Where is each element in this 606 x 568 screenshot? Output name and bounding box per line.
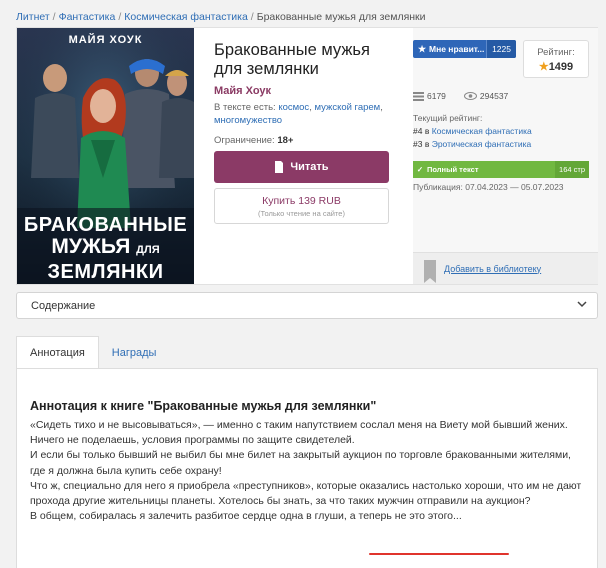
- annotation-text: «Сидеть тихо и не высовываться», — именн…: [30, 418, 582, 524]
- fulltext-label: Полный текст: [427, 165, 479, 174]
- publication-dates: Публикация: 07.04.2023 — 05.07.2023: [413, 182, 564, 192]
- cover-title: БРАКОВАННЫЕ МУЖЬЯ ДЛЯ ЗЕМЛЯНКИ: [17, 214, 194, 283]
- book-info: Бракованные мужья для землянки Майя Хоук…: [214, 41, 394, 146]
- buy-button[interactable]: Купить 139 RUB (Только чтение на сайте): [214, 188, 389, 224]
- rating-star-icon: ★: [538, 61, 549, 73]
- breadcrumb-current: Бракованные мужья для землянки: [256, 11, 426, 23]
- bookmark-plus-icon: [424, 259, 436, 283]
- tag-polyandry[interactable]: многомужество: [214, 115, 282, 126]
- book-title: Бракованные мужья для землянки: [214, 41, 370, 78]
- breadcrumb-litnet[interactable]: Литнет: [16, 11, 50, 23]
- like-count: 1225: [486, 40, 516, 58]
- annotation-paragraph: Что ж, специально для него я приобрела «…: [30, 479, 582, 508]
- read-button-label: Читать: [290, 161, 329, 173]
- annotation-paragraph: И если бы только бывший не выбил бы мне …: [30, 449, 571, 477]
- book-author[interactable]: Майя Хоук: [214, 85, 394, 97]
- cover-author: МАЙЯ ХОУК: [68, 34, 143, 46]
- book-cover[interactable]: МАЙЯ ХОУК БРАКОВАННЫЕ МУЖЬЯ ДЛЯ ЗЕМЛЯНКИ: [17, 28, 194, 284]
- book-stats-panel: ★ Мне нравит... 1225 Рейтинг: ★1499 6179…: [413, 28, 598, 284]
- age-restriction: Ограничение: 18+: [214, 135, 394, 146]
- book-tags: В тексте есть: космос, мужской гарем, мн…: [214, 102, 383, 126]
- cover-title-small: ДЛЯ: [136, 244, 160, 256]
- contents-select-value: Содержание: [31, 299, 96, 312]
- like-label: Мне нравит...: [429, 44, 485, 54]
- tags-label: В тексте есть:: [214, 102, 276, 113]
- age-label: Ограничение:: [214, 135, 275, 146]
- tab-bar: Аннотация Награды: [16, 336, 169, 369]
- current-rating-label: Текущий рейтинг:: [413, 113, 483, 123]
- tag-space[interactable]: космос: [278, 102, 309, 113]
- buy-button-label: Купить 139 RUB: [262, 195, 341, 207]
- red-underline-annotation: [369, 553, 509, 555]
- rank-erotic-fantasy-link[interactable]: Эротическая фантастика: [432, 139, 532, 149]
- chevron-down-icon: [577, 301, 587, 308]
- annotation-paragraph: В общем, собиралась я залечить разбитое …: [30, 510, 462, 523]
- add-to-library[interactable]: Добавить в библиотеку: [413, 252, 598, 284]
- rank-space-fantasy-link[interactable]: Космическая фантастика: [432, 126, 532, 136]
- page-count: 164 стр: [555, 161, 589, 178]
- book-card: МАЙЯ ХОУК БРАКОВАННЫЕ МУЖЬЯ ДЛЯ ЗЕМЛЯНКИ…: [16, 27, 598, 285]
- library-count: 6179: [427, 91, 446, 101]
- eye-icon: [463, 92, 477, 100]
- contents-select[interactable]: Содержание: [16, 292, 598, 319]
- book-icon: [275, 161, 284, 173]
- annotation-heading: Аннотация к книге "Бракованные мужья для…: [30, 399, 377, 413]
- views-count: 294537: [479, 91, 509, 101]
- rating-box: Рейтинг: ★1499: [523, 40, 589, 78]
- library-count-icon: [413, 91, 424, 101]
- age-value: 18+: [277, 135, 294, 146]
- tab-annotation[interactable]: Аннотация: [16, 336, 99, 369]
- cover-title-line2: МУЖЬЯ: [51, 235, 131, 258]
- breadcrumb: Литнет / Фантастика / Космическая фантастика…: [16, 11, 426, 23]
- annotation-paragraph: «Сидеть тихо и не высовываться», — именн…: [30, 419, 568, 447]
- star-icon: ★: [417, 43, 427, 54]
- like-button[interactable]: ★ Мне нравит... 1225: [413, 40, 516, 58]
- breadcrumb-space-fantastika[interactable]: Космическая фантастика: [124, 11, 248, 23]
- buy-button-sub: (Только чтение на сайте): [258, 209, 345, 218]
- cover-title-line3: ЗЕМЛЯНКИ: [47, 261, 164, 283]
- annotation-panel: Аннотация к книге "Бракованные мужья для…: [16, 368, 598, 568]
- fulltext-badge: ✓ Полный текст 164 стр: [413, 161, 589, 178]
- current-rating: Текущий рейтинг: #4 в Космическая фантас…: [413, 113, 532, 149]
- add-to-library-label: Добавить в библиотеку: [444, 263, 542, 274]
- rating-value: 1499: [548, 61, 574, 73]
- cover-title-line1: БРАКОВАННЫЕ: [23, 214, 188, 236]
- book-stats: 6179 294537: [413, 91, 508, 101]
- read-button[interactable]: Читать: [214, 151, 389, 183]
- breadcrumb-fantastika[interactable]: Фантастика: [59, 11, 116, 23]
- check-icon: ✓: [416, 165, 424, 174]
- tab-awards[interactable]: Награды: [99, 336, 170, 369]
- rating-label: Рейтинг:: [537, 47, 575, 58]
- tag-harem[interactable]: мужской гарем: [314, 102, 380, 113]
